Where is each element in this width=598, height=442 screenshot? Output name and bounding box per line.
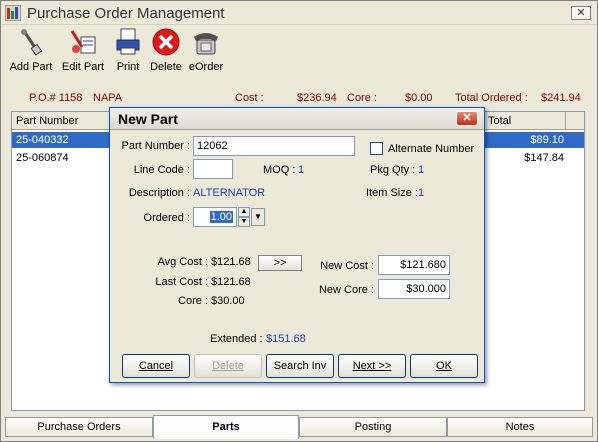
app-icon (5, 5, 21, 21)
print-button[interactable]: Print (109, 25, 147, 75)
ordered-label: Ordered : (143, 212, 190, 224)
cancel-button[interactable]: Cancel (122, 354, 190, 378)
ordered-dropdown-button[interactable]: ▼ (251, 208, 265, 226)
new-cost-field[interactable]: $121.680 (378, 255, 450, 275)
extended-value: $151.68 (266, 333, 306, 345)
row-part-number: 25-040332 (16, 134, 69, 146)
vendor-name: NAPA (93, 92, 123, 104)
core-value: $0.00 (405, 92, 433, 104)
part-number-field[interactable]: 12062 (193, 136, 355, 156)
next-button[interactable]: Next >> (338, 354, 406, 378)
new-core-field[interactable]: $30.000 (378, 279, 450, 299)
dialog-title: New Part (118, 111, 178, 127)
alternate-number-label: Alternate Number (388, 143, 475, 155)
add-part-icon (21, 29, 43, 56)
avg-cost-label: Avg Cost : (157, 256, 208, 268)
part-number-label: Part Number : (121, 140, 190, 152)
eorder-label: eOrder (188, 61, 224, 73)
title-bar: Purchase Order Management ✕ (1, 1, 597, 25)
row-total: $89.10 (530, 134, 564, 146)
moq-value: 1 (298, 164, 305, 176)
add-part-button[interactable]: Add Part (5, 25, 57, 75)
line-code-label: Line Code : (133, 164, 190, 176)
ordered-spin-down[interactable]: ▼ (238, 217, 250, 227)
total-ordered-value: $241.94 (541, 92, 581, 104)
copy-costs-button[interactable]: >> (258, 255, 302, 271)
eorder-button[interactable]: eOrder (185, 25, 227, 75)
ok-label: OK (436, 360, 452, 372)
column-part-number[interactable]: Part Number (12, 112, 110, 130)
print-label: Print (116, 61, 140, 73)
dialog-close-button[interactable]: ✕ (456, 111, 478, 126)
cost-value: $236.94 (297, 92, 337, 104)
tab-bar: Purchase Orders Parts Posting Notes (5, 415, 593, 439)
delete-part-button: Delete (194, 354, 262, 378)
ordered-value: 1.00 (209, 211, 233, 223)
tab-parts[interactable]: Parts (153, 415, 299, 439)
add-part-label: Add Part (9, 61, 53, 73)
alternate-number-checkbox[interactable] (370, 142, 383, 155)
column-spacer (566, 112, 584, 130)
row-total: $147.84 (524, 152, 564, 164)
last-cost-value: $121.68 (211, 276, 251, 288)
ordered-spin-up[interactable]: ▲ (238, 207, 250, 217)
dialog-title-bar: New Part ✕ (110, 108, 484, 130)
delete-label: Delete (150, 61, 182, 73)
delete-part-label: Delete (212, 360, 244, 372)
next-label: Next >> (352, 360, 392, 372)
core-cost-label: Core : (178, 295, 208, 307)
print-icon (116, 28, 140, 55)
new-part-dialog: New Part ✕ Part Number : 12062 Alternate… (109, 107, 485, 383)
total-ordered-label: Total Ordered : (455, 92, 528, 104)
avg-cost-value: $121.68 (211, 256, 251, 268)
delete-icon (152, 28, 180, 56)
edit-part-icon (70, 30, 96, 54)
purchase-order-window: Purchase Order Management ✕ Add Part Edi… (0, 0, 598, 442)
description-label: Description : (128, 187, 190, 199)
window-title: Purchase Order Management (27, 5, 225, 22)
po-number: P.O.# 1158 (29, 92, 83, 104)
toolbar: Add Part Edit Part Print Delete eOrder (5, 25, 227, 77)
edit-part-label: Edit Part (61, 61, 105, 73)
tab-notes[interactable]: Notes (447, 417, 593, 437)
new-core-label: New Core : (318, 284, 374, 296)
new-cost-label: New Cost : (320, 260, 374, 272)
tab-posting[interactable]: Posting (299, 417, 447, 437)
line-code-field[interactable] (193, 159, 233, 179)
ordered-field[interactable]: 1.00 (193, 207, 237, 227)
cancel-label: Cancel (138, 360, 174, 372)
moq-label: MOQ : (263, 164, 296, 176)
po-summary: P.O.# 1158 NAPA Cost : $236.94 Core : $0… (1, 89, 597, 107)
delete-button[interactable]: Delete (147, 25, 185, 75)
column-total[interactable]: Total (484, 112, 566, 130)
window-close-button[interactable]: ✕ (571, 6, 591, 20)
ok-button[interactable]: OK (410, 354, 478, 378)
item-size-label: Item Size : (366, 187, 418, 199)
telephone-icon (194, 33, 218, 55)
item-size-value: 1 (418, 187, 425, 199)
tab-purchase-orders[interactable]: Purchase Orders (5, 417, 153, 437)
extended-label: Extended : (210, 333, 263, 345)
description-value: ALTERNATOR (193, 187, 266, 199)
search-inventory-button[interactable]: Search Inv (266, 354, 334, 378)
edit-part-button[interactable]: Edit Part (57, 25, 109, 75)
pkg-qty-value: 1 (418, 164, 425, 176)
cost-label: Cost : (235, 92, 264, 104)
core-cost-value: $30.00 (211, 295, 245, 307)
last-cost-label: Last Cost : (155, 276, 208, 288)
core-label: Core : (347, 92, 377, 104)
row-part-number: 25-060874 (16, 152, 69, 164)
pkg-qty-label: Pkg Qty : (370, 164, 416, 176)
